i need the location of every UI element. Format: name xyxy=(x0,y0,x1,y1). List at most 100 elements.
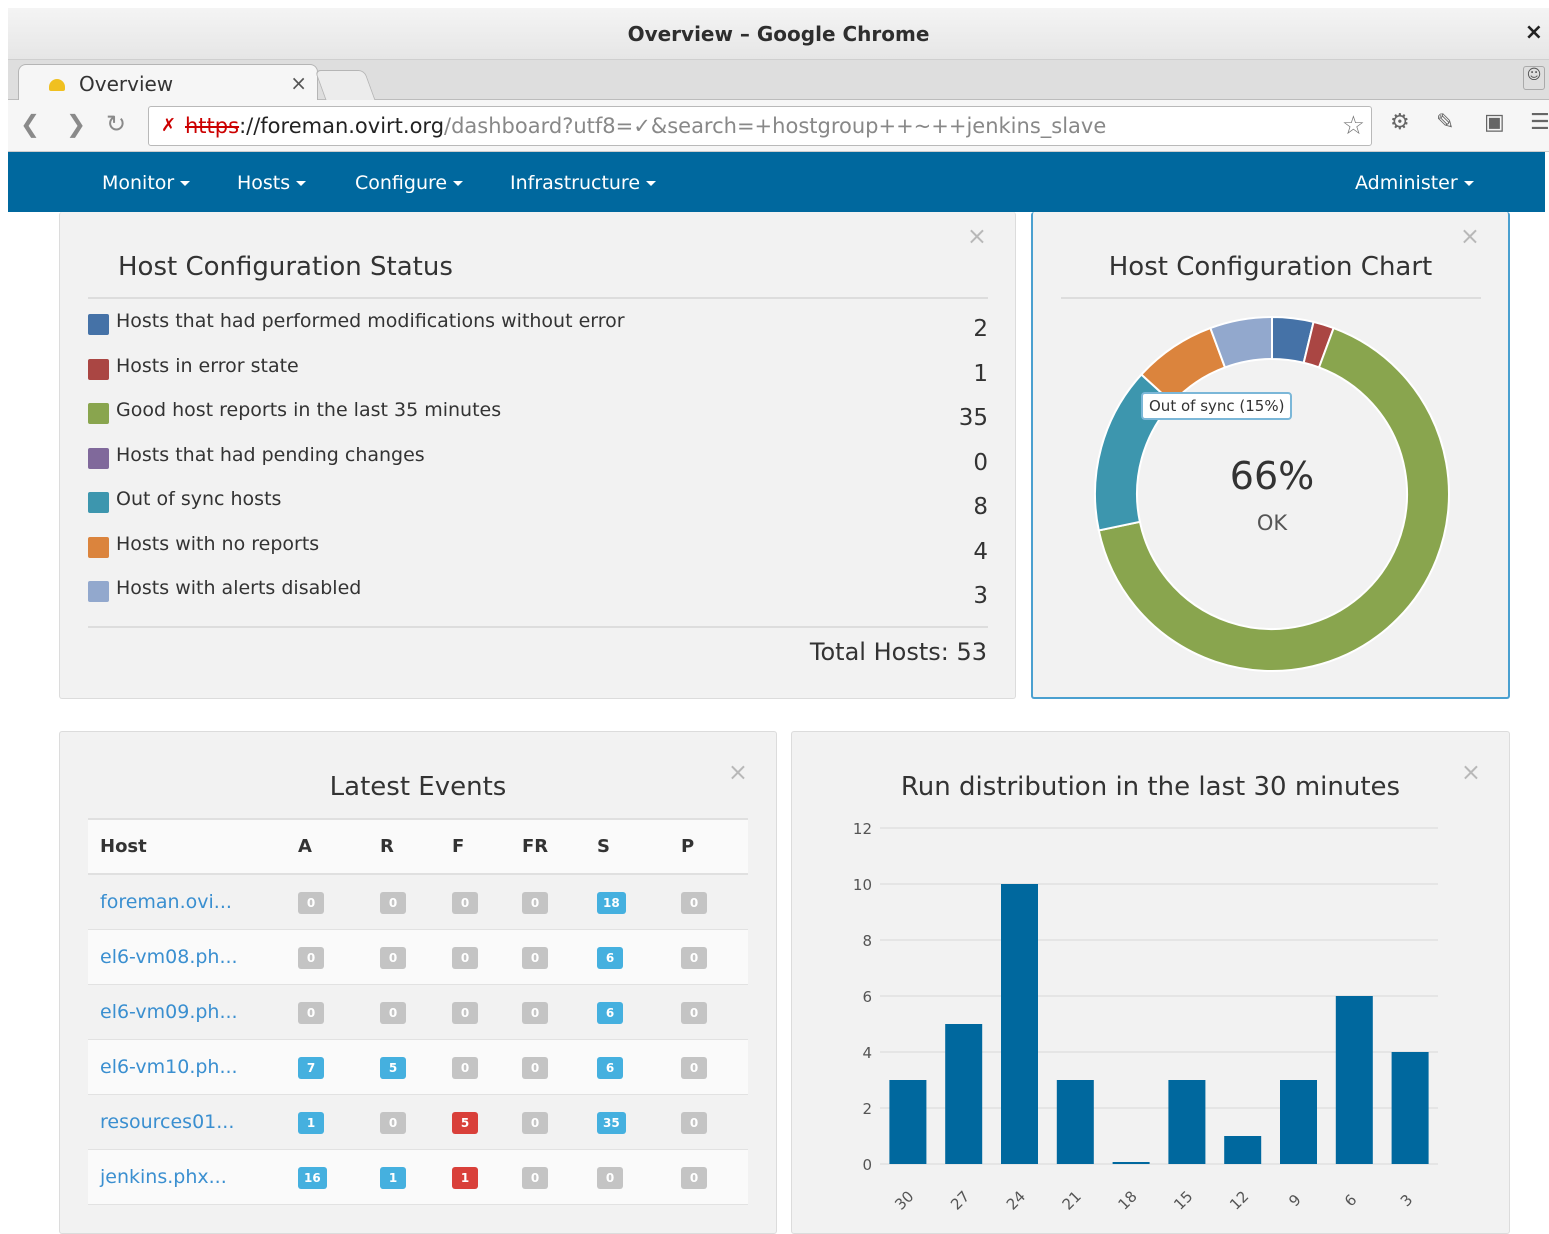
count-badge[interactable]: 0 xyxy=(522,1056,548,1079)
column-header[interactable]: FR xyxy=(522,818,597,875)
url-scheme: https xyxy=(185,114,240,138)
host-link[interactable]: foreman.ovi... xyxy=(100,891,232,913)
count-badge[interactable]: 0 xyxy=(522,1111,548,1134)
count-badge[interactable]: 0 xyxy=(298,891,324,914)
bar[interactable] xyxy=(1112,1162,1150,1164)
count-badge[interactable]: 7 xyxy=(298,1056,324,1079)
bar[interactable] xyxy=(1056,1080,1094,1164)
bar[interactable] xyxy=(1224,1136,1262,1164)
count-badge[interactable]: 0 xyxy=(681,891,707,914)
status-row[interactable]: Hosts with alerts disabled 3 xyxy=(88,577,988,609)
count-badge[interactable]: 0 xyxy=(522,946,548,969)
count-cell: 5 xyxy=(380,1039,452,1095)
count-badge[interactable]: 0 xyxy=(681,1111,707,1134)
events-table: Host A R F FR S P foreman.ovi... 0 0 0 0 18 0 el6-vm0… xyxy=(88,818,748,1205)
nav-administer[interactable]: Administer xyxy=(1355,172,1474,194)
status-row[interactable]: Hosts that had pending changes 0 xyxy=(88,444,988,476)
reader-extension-icon[interactable]: ▣ xyxy=(1484,110,1505,135)
bar[interactable] xyxy=(1168,1080,1206,1164)
count-badge[interactable]: 0 xyxy=(298,946,324,969)
count-badge[interactable]: 0 xyxy=(380,1001,406,1024)
count-badge[interactable]: 0 xyxy=(522,1166,548,1189)
count-badge[interactable]: 0 xyxy=(380,1111,406,1134)
reload-icon[interactable]: ↻ xyxy=(106,110,126,138)
host-link[interactable]: el6-vm10.ph... xyxy=(100,1056,238,1078)
host-cell: jenkins.phx... xyxy=(88,1149,298,1205)
host-link[interactable]: el6-vm09.ph... xyxy=(100,1001,238,1023)
host-link[interactable]: el6-vm08.ph... xyxy=(100,946,238,968)
count-badge[interactable]: 0 xyxy=(452,1056,478,1079)
column-header[interactable]: F xyxy=(452,818,522,875)
bar[interactable] xyxy=(1391,1052,1429,1164)
status-row[interactable]: Hosts that had performed modifications w… xyxy=(88,310,988,342)
count-badge[interactable]: 0 xyxy=(298,1001,324,1024)
column-header[interactable]: R xyxy=(380,818,452,875)
status-count: 3 xyxy=(973,583,988,609)
widget-close-icon[interactable]: × xyxy=(967,222,987,250)
count-badge[interactable]: 1 xyxy=(298,1111,324,1134)
count-badge[interactable]: 0 xyxy=(597,1166,623,1189)
count-badge[interactable]: 0 xyxy=(522,1001,548,1024)
address-bar[interactable]: ✗ https://foreman.ovirt.org/dashboard?ut… xyxy=(148,106,1372,146)
count-badge[interactable]: 0 xyxy=(452,946,478,969)
count-badge[interactable]: 0 xyxy=(681,1056,707,1079)
bar[interactable] xyxy=(1280,1080,1317,1164)
nav-hosts[interactable]: Hosts xyxy=(237,172,307,194)
legend-swatch xyxy=(88,359,109,380)
column-header[interactable]: S xyxy=(597,818,681,875)
column-header[interactable]: P xyxy=(681,818,748,875)
count-badge[interactable]: 0 xyxy=(452,1001,478,1024)
extension-icon[interactable]: ⚙ xyxy=(1390,110,1410,135)
count-badge[interactable]: 1 xyxy=(380,1166,406,1189)
count-badge[interactable]: 0 xyxy=(681,946,707,969)
bar[interactable] xyxy=(1001,884,1038,1164)
count-badge[interactable]: 6 xyxy=(597,946,623,969)
count-badge[interactable]: 0 xyxy=(681,1001,707,1024)
count-badge[interactable]: 0 xyxy=(380,946,406,969)
bookmark-star-icon[interactable]: ☆ xyxy=(1342,111,1365,141)
back-arrow-icon[interactable]: ❮ xyxy=(20,110,40,138)
status-count: 1 xyxy=(973,361,988,387)
y-tick-label: 8 xyxy=(862,932,872,950)
forward-arrow-icon[interactable]: ❯ xyxy=(66,110,86,138)
count-badge[interactable]: 18 xyxy=(597,891,626,914)
host-link[interactable]: jenkins.phx... xyxy=(100,1166,227,1188)
count-badge[interactable]: 1 xyxy=(452,1166,478,1189)
host-link[interactable]: resources01... xyxy=(100,1111,234,1133)
column-header[interactable]: Host xyxy=(88,818,298,875)
menu-icon[interactable]: ☰ xyxy=(1530,110,1549,135)
column-header[interactable]: A xyxy=(298,818,380,875)
profile-icon[interactable]: ☺ xyxy=(1523,66,1545,90)
status-row[interactable]: Hosts with no reports 4 xyxy=(88,533,988,565)
count-badge[interactable]: 35 xyxy=(597,1111,626,1134)
count-badge[interactable]: 6 xyxy=(597,1001,623,1024)
new-tab-button[interactable] xyxy=(314,70,376,100)
count-cell: 0 xyxy=(452,1039,522,1095)
count-cell: 6 xyxy=(597,984,681,1040)
count-badge[interactable]: 5 xyxy=(452,1111,478,1134)
status-row[interactable]: Out of sync hosts 8 xyxy=(88,488,988,520)
status-row[interactable]: Good host reports in the last 35 minutes… xyxy=(88,399,988,431)
count-badge[interactable]: 0 xyxy=(522,891,548,914)
nav-configure[interactable]: Configure xyxy=(355,172,464,194)
nav-monitor[interactable]: Monitor xyxy=(102,172,191,194)
tab-overview[interactable]: Overview × xyxy=(18,64,318,101)
window-close-button[interactable]: × xyxy=(1525,20,1543,45)
bar[interactable] xyxy=(945,1024,983,1164)
bar[interactable] xyxy=(1335,996,1373,1164)
count-badge[interactable]: 0 xyxy=(380,891,406,914)
x-tick-label: 12 xyxy=(1226,1187,1252,1213)
nav-infrastructure[interactable]: Infrastructure xyxy=(510,172,657,194)
status-row[interactable]: Hosts in error state 1 xyxy=(88,355,988,387)
bar[interactable] xyxy=(889,1080,927,1164)
status-label: Hosts that had performed modifications w… xyxy=(116,310,625,332)
url-text: https://foreman.ovirt.org/dashboard?utf8… xyxy=(185,114,1106,138)
count-badge[interactable]: 6 xyxy=(597,1056,623,1079)
count-badge[interactable]: 0 xyxy=(452,891,478,914)
count-badge[interactable]: 0 xyxy=(681,1166,707,1189)
legend-swatch xyxy=(88,403,109,424)
count-badge[interactable]: 5 xyxy=(380,1056,406,1079)
edit-extension-icon[interactable]: ✎ xyxy=(1436,110,1454,135)
tab-close-icon[interactable]: × xyxy=(290,71,307,95)
count-badge[interactable]: 16 xyxy=(298,1166,327,1189)
